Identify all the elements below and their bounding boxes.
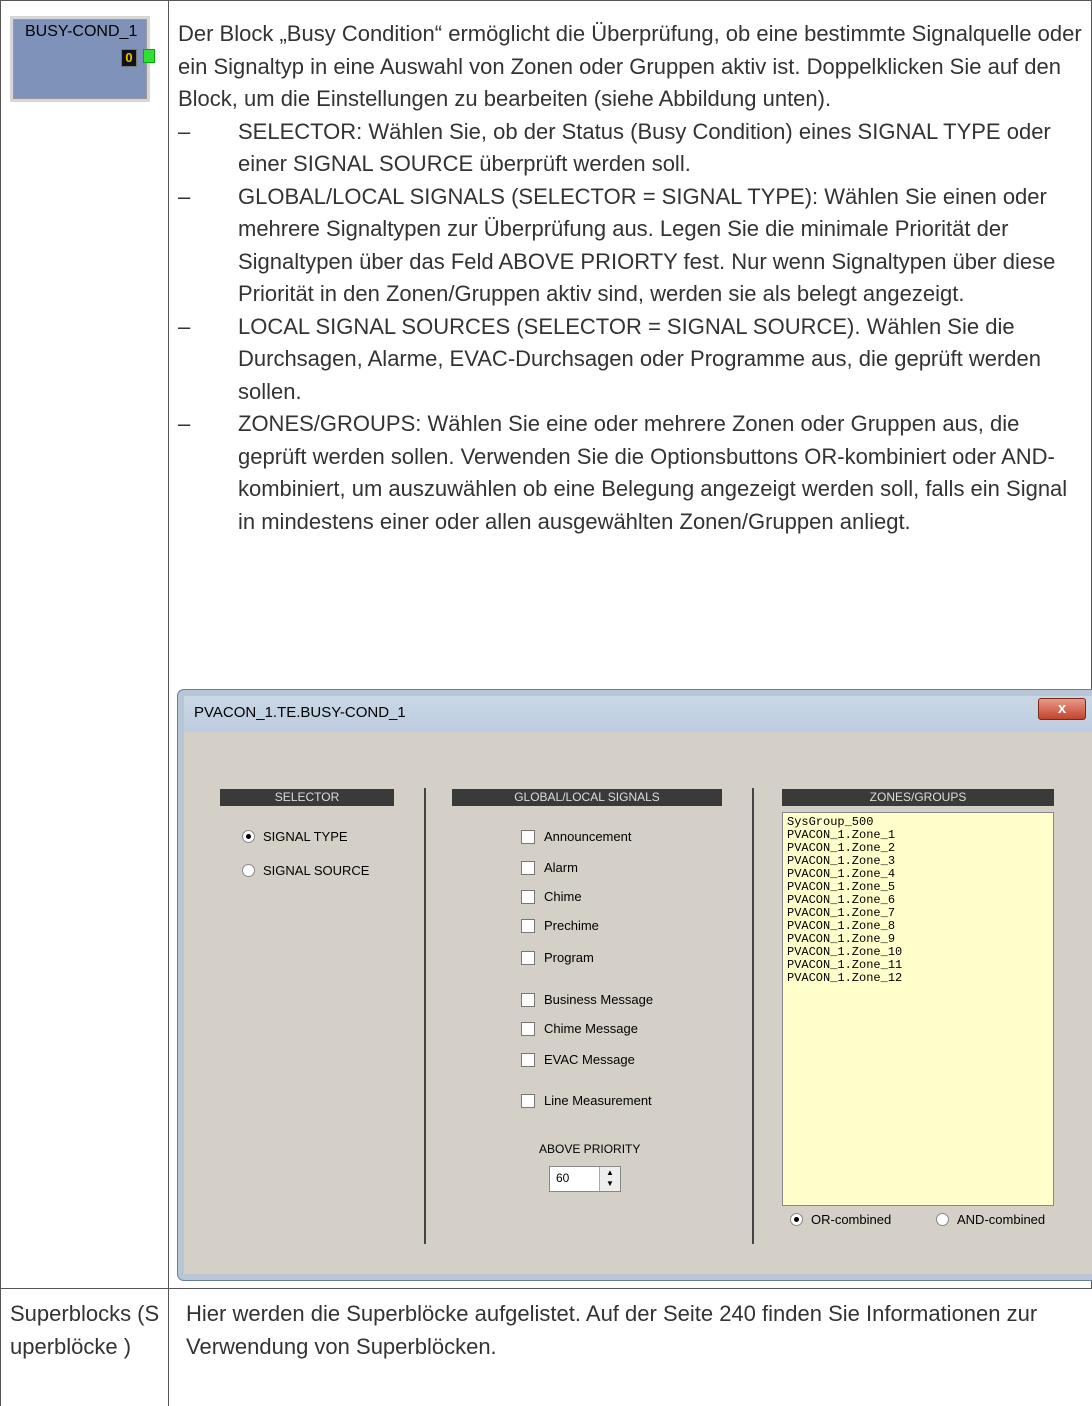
checkbox-chime-message[interactable]: Chime Message: [521, 1021, 638, 1036]
close-button[interactable]: x: [1038, 698, 1086, 720]
superblocks-label: Superblocks (Superblöcke ): [10, 1301, 160, 1359]
dash-mark: –: [178, 118, 191, 144]
bullet-text: SELECTOR: Wählen Sie, ob der Status (Bus…: [238, 118, 1051, 177]
dash-mark: –: [178, 411, 191, 436]
checkbox[interactable]: [521, 918, 535, 933]
radio-label: OR-combined: [811, 1212, 892, 1227]
radio-button[interactable]: [936, 1213, 949, 1226]
bullet-signals: – GLOBAL/LOCAL SIGNALS (SELECTOR = SIGNAL…: [178, 181, 1083, 311]
checkbox-label: Line Measurement: [544, 1093, 652, 1108]
document-page: BUSY-COND_1 0 Der Block „Busy Condition“…: [0, 0, 1092, 1406]
checkbox-line-measurement[interactable]: Line Measurement: [521, 1093, 652, 1108]
above-priority-label: ABOVE PRIORITY: [539, 1142, 641, 1156]
checkbox[interactable]: [521, 950, 535, 965]
checkbox-label: Announcement: [544, 829, 632, 844]
bullet-text: LOCAL SIGNAL SOURCES (SELECTOR = SIGNAL …: [238, 313, 1041, 404]
checkbox-alarm[interactable]: Alarm: [521, 860, 578, 875]
bullet-sources: – LOCAL SIGNAL SOURCES (SELECTOR = SIGNAL…: [178, 311, 1083, 409]
checkbox[interactable]: [521, 992, 535, 1007]
radio-signal-source[interactable]: SIGNAL SOURCE: [242, 863, 369, 878]
checkbox-business-message[interactable]: Business Message: [521, 992, 653, 1007]
radio-label: SIGNAL TYPE: [263, 829, 348, 844]
dash-mark: –: [178, 313, 191, 339]
description-bullets: – SELECTOR: Wählen Sie, ob der Status (Bu…: [178, 116, 1083, 539]
bullet-text: GLOBAL/LOCAL SIGNALS (SELECTOR = SIGNAL …: [238, 183, 1056, 307]
table-border-left: [0, 0, 1, 1406]
signals-header: GLOBAL/LOCAL SIGNALS: [452, 789, 722, 806]
checkbox[interactable]: [521, 860, 535, 875]
stepper-down-icon[interactable]: ▼: [600, 1178, 620, 1189]
checkbox-announcement[interactable]: Announcement: [521, 829, 631, 844]
checkbox-label: Business Message: [544, 992, 654, 1007]
column-separator: [752, 788, 754, 1244]
above-priority-stepper[interactable]: 60 ▲ ▼: [549, 1166, 621, 1192]
dash-mark: –: [178, 183, 191, 209]
checkbox[interactable]: [521, 1021, 535, 1036]
block-value: 0: [121, 49, 137, 67]
radio-label: SIGNAL SOURCE: [263, 863, 370, 878]
radio-and-combined[interactable]: AND-combined: [936, 1212, 1045, 1227]
description-intro: Der Block „Busy Condition“ ermöglicht di…: [178, 21, 1082, 111]
checkbox-label: Chime: [544, 889, 582, 904]
description: Der Block „Busy Condition“ ermöglicht di…: [178, 18, 1083, 538]
checkbox-label: EVAC Message: [544, 1052, 635, 1067]
checkbox-label: Prechime: [544, 918, 599, 933]
busy-cond-block-icon[interactable]: BUSY-COND_1 0: [10, 16, 155, 102]
dialog-title: PVACON_1.TE.BUSY-COND_1: [194, 704, 406, 721]
bullet-zones: – ZONES/GROUPS: Wählen Sie eine oder mehr…: [178, 408, 1083, 538]
dialog-client: SELECTOR SIGNAL TYPE SIGNAL SOURCE GLOBA…: [184, 732, 1092, 1274]
stepper-arrows[interactable]: ▲ ▼: [599, 1167, 620, 1191]
block-name: BUSY-COND_1: [25, 23, 138, 40]
checkbox-label: Chime Message: [544, 1021, 638, 1036]
list-item[interactable]: PVACON_1.Zone_12: [787, 972, 1049, 985]
busy-condition-dialog: PVACON_1.TE.BUSY-COND_1 x SELECTOR SIGNA…: [178, 690, 1092, 1280]
zones-header: ZONES/GROUPS: [782, 789, 1054, 806]
table-column-divider: [168, 0, 169, 1406]
checkbox-label: Alarm: [544, 860, 578, 875]
radio-button[interactable]: [242, 864, 255, 877]
checkbox-chime[interactable]: Chime: [521, 889, 582, 904]
superblocks-description: Hier werden die Superblöcke aufgelistet.…: [186, 1301, 1038, 1359]
table-row-divider: [0, 1288, 1092, 1289]
dialog-titlebar[interactable]: PVACON_1.TE.BUSY-COND_1 x: [184, 696, 1092, 732]
radio-or-combined[interactable]: OR-combined: [790, 1212, 891, 1227]
checkbox-program[interactable]: Program: [521, 950, 594, 965]
table-border-top: [0, 0, 1092, 1]
bullet-text: ZONES/GROUPS: Wählen Sie eine oder mehre…: [238, 411, 1068, 534]
checkbox[interactable]: [521, 889, 535, 904]
column-separator: [424, 788, 426, 1244]
radio-signal-type[interactable]: SIGNAL TYPE: [242, 829, 348, 844]
checkbox[interactable]: [521, 829, 535, 844]
checkbox-prechime[interactable]: Prechime: [521, 918, 599, 933]
priority-value[interactable]: 60: [556, 1171, 569, 1185]
zones-list[interactable]: SysGroup_500 PVACON_1.Zone_1 PVACON_1.Zo…: [782, 812, 1054, 1206]
radio-label: AND-combined: [957, 1212, 1046, 1227]
block-output-port[interactable]: [143, 49, 155, 63]
bullet-selector: – SELECTOR: Wählen Sie, ob der Status (Bu…: [178, 116, 1083, 181]
radio-button[interactable]: [242, 830, 255, 843]
checkbox-evac-message[interactable]: EVAC Message: [521, 1052, 635, 1067]
checkbox[interactable]: [521, 1093, 535, 1108]
selector-header: SELECTOR: [220, 789, 394, 806]
radio-button[interactable]: [790, 1213, 803, 1226]
checkbox[interactable]: [521, 1052, 535, 1067]
checkbox-label: Program: [544, 950, 594, 965]
stepper-up-icon[interactable]: ▲: [600, 1167, 620, 1178]
